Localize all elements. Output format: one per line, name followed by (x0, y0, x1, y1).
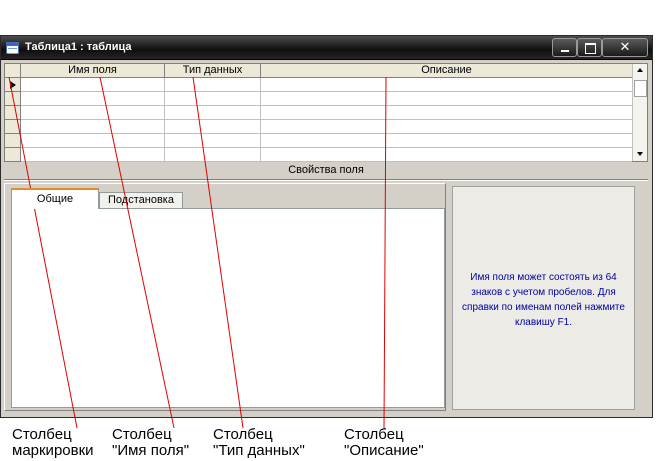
table-icon (6, 42, 19, 54)
title-bar[interactable]: Таблица1 : таблица ✕ (1, 36, 652, 60)
table-row[interactable] (5, 92, 632, 106)
minimize-button[interactable] (552, 38, 577, 57)
window-title: Таблица1 : таблица (25, 41, 132, 53)
row-selector[interactable] (5, 106, 21, 120)
description-cell[interactable] (261, 78, 632, 92)
annotation-data-type-line1: Столбец (213, 426, 273, 443)
table-row[interactable] (5, 78, 632, 92)
table-row[interactable] (5, 134, 632, 148)
row-selector[interactable] (5, 134, 21, 148)
field-name-cell[interactable] (21, 120, 165, 134)
field-name-cell[interactable] (21, 106, 165, 120)
general-tab-panel[interactable] (11, 208, 445, 408)
grid-header: Имя поля Тип данных Описание (5, 64, 632, 78)
field-help-text: Имя поля может состоять из 64 знаков с у… (462, 272, 625, 328)
scroll-down-arrow-icon[interactable] (633, 147, 648, 161)
data-type-cell[interactable] (165, 148, 261, 162)
data-type-cell[interactable] (165, 106, 261, 120)
annotation-field-name-line2: "Имя поля" (112, 442, 190, 459)
close-icon: ✕ (619, 40, 631, 55)
description-cell[interactable] (261, 134, 632, 148)
field-name-cell[interactable] (21, 92, 165, 106)
description-cell[interactable] (261, 92, 632, 106)
annotation-field-name: Столбец "Имя поля" (112, 427, 189, 459)
divider (4, 179, 648, 181)
table-design-window: Таблица1 : таблица ✕ Имя поля Тип данных… (0, 35, 653, 418)
description-cell[interactable] (261, 148, 632, 162)
annotation-description-line2: "Описание" (344, 442, 424, 459)
data-type-cell[interactable] (165, 120, 261, 134)
annotation-description: Столбец "Описание" (344, 427, 424, 459)
description-cell[interactable] (261, 120, 632, 134)
close-button[interactable]: ✕ (602, 38, 648, 57)
scroll-up-arrow-icon[interactable] (633, 64, 648, 78)
annotation-data-type-line2: "Тип данных" (213, 442, 305, 459)
tab-general[interactable]: Общие (11, 188, 99, 209)
row-selector[interactable] (5, 120, 21, 134)
data-type-cell[interactable] (165, 92, 261, 106)
annotation-row-selector-line1: Столбец (12, 426, 72, 443)
grid-rows (5, 78, 632, 162)
field-design-grid: Имя поля Тип данных Описание (4, 63, 648, 162)
annotation-row-selector-line2: маркировки (12, 442, 94, 459)
field-properties-caption: Свойства поля (288, 164, 364, 176)
table-row[interactable] (5, 148, 632, 162)
annotation-row-selector: Столбец маркировки (12, 427, 94, 459)
description-cell[interactable] (261, 106, 632, 120)
data-type-cell[interactable] (165, 78, 261, 92)
row-selector[interactable] (5, 148, 21, 162)
row-selector[interactable] (5, 78, 21, 92)
field-name-cell[interactable] (21, 78, 165, 92)
data-type-cell[interactable] (165, 134, 261, 148)
help-pane: Имя поля может состоять из 64 знаков с у… (452, 186, 635, 410)
table-row[interactable] (5, 106, 632, 120)
field-name-cell[interactable] (21, 148, 165, 162)
current-row-pointer-icon (10, 81, 16, 89)
scroll-thumb[interactable] (634, 80, 647, 97)
column-header-description[interactable]: Описание (261, 64, 632, 77)
column-header-data-type[interactable]: Тип данных (165, 64, 261, 77)
field-name-cell[interactable] (21, 134, 165, 148)
row-selector[interactable] (5, 92, 21, 106)
table-row[interactable] (5, 120, 632, 134)
column-header-field-name[interactable]: Имя поля (21, 64, 165, 77)
annotation-description-line1: Столбец (344, 426, 404, 443)
annotation-field-name-line1: Столбец (112, 426, 172, 443)
annotation-data-type: Столбец "Тип данных" (213, 427, 305, 459)
row-selector-header[interactable] (5, 64, 21, 77)
field-properties-pane: Подстановка Общие (4, 183, 446, 411)
tab-lookup[interactable]: Подстановка (99, 192, 183, 209)
grid-vertical-scrollbar[interactable] (632, 64, 647, 161)
maximize-button[interactable] (577, 38, 602, 57)
